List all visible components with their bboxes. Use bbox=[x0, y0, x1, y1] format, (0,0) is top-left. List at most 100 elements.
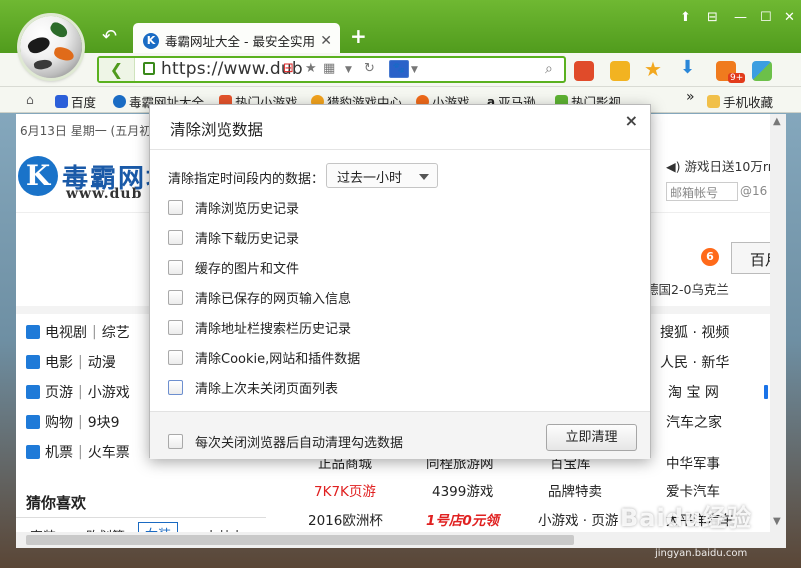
baidu-jingyan-watermark: Baidu经验 bbox=[620, 504, 752, 532]
site-link[interactable]: 2016欧洲杯 bbox=[308, 509, 383, 529]
site-link[interactable]: 4399游戏 bbox=[432, 480, 493, 500]
checkbox[interactable] bbox=[168, 379, 183, 395]
apps-grid-icon[interactable] bbox=[752, 61, 772, 81]
search-icon[interactable]: ⌕ bbox=[545, 61, 553, 77]
scroll-up-icon[interactable]: ▲ bbox=[773, 116, 781, 127]
home-icon[interactable]: ⌂ bbox=[26, 92, 34, 107]
bookmark-baidu[interactable]: 百度 bbox=[55, 92, 96, 111]
plane-icon bbox=[26, 445, 40, 459]
site-link[interactable]: 汽车之家 bbox=[666, 412, 722, 432]
tv-icon bbox=[26, 325, 40, 339]
undo-close-tab-icon[interactable]: ↶ bbox=[102, 26, 117, 47]
site-url: www.dub bbox=[66, 186, 143, 202]
horizontal-scroll-thumb[interactable] bbox=[26, 535, 574, 545]
qrcode-icon[interactable]: ▦ bbox=[323, 61, 335, 76]
bookmarks-overflow-icon[interactable]: » bbox=[686, 89, 695, 105]
checkbox[interactable] bbox=[168, 289, 183, 305]
clear-browsing-data-dialog: 清除浏览数据 × 清除指定时间段内的数据： 过去一小时 清除浏览历史记录 清除下… bbox=[149, 104, 651, 459]
horizontal-scrollbar[interactable] bbox=[16, 532, 786, 548]
tab-close-icon[interactable]: ✕ bbox=[320, 33, 332, 49]
option-form-data[interactable]: 清除已保存的网页输入信息 bbox=[168, 288, 351, 307]
checkbox[interactable] bbox=[168, 199, 183, 215]
star-icon[interactable]: ★ bbox=[305, 61, 317, 76]
menu-icon[interactable]: ⊟ bbox=[707, 10, 718, 25]
game-promo-text[interactable]: ◀) 游戏日送10万rr bbox=[666, 156, 773, 175]
site-link[interactable]: 1号店0元领 bbox=[426, 509, 499, 529]
browser-window: ↶ K 毒霸网址大全 - 最安全实用... ✕ + ⬆ ⊟ — ☐ ✕ ❮ ht… bbox=[0, 0, 801, 568]
movie-icon bbox=[26, 355, 40, 369]
game-badge: 9+ bbox=[728, 73, 746, 83]
blocked-icon[interactable]: ⊟ bbox=[283, 61, 294, 76]
site-link[interactable]: 中华军事 bbox=[666, 452, 720, 472]
dropdown-chevron-icon[interactable]: ▼ bbox=[345, 65, 352, 75]
notification-badge: 6 bbox=[701, 248, 719, 266]
engine-chevron-icon[interactable]: ▼ bbox=[411, 65, 418, 75]
cart-icon bbox=[26, 415, 40, 429]
duba-k-icon bbox=[113, 95, 126, 108]
site-link[interactable]: 人民 · 新华 bbox=[660, 352, 729, 372]
title-bar: ↶ K 毒霸网址大全 - 最安全实用... ✕ + ⬆ ⊟ — ☐ ✕ bbox=[0, 0, 801, 56]
category-shopping[interactable]: 购物 | 9块9 bbox=[26, 412, 120, 432]
search-engine-icon[interactable]: 🐾 bbox=[389, 60, 409, 78]
restore-icon[interactable]: ⬆ bbox=[680, 10, 691, 25]
favorite-star-icon[interactable]: ★ bbox=[644, 57, 662, 81]
site-link[interactable]: 品牌特卖 bbox=[548, 480, 602, 500]
clear-now-button[interactable]: 立即清理 bbox=[546, 424, 637, 451]
date-line: 6月13日 星期一 (五月初 bbox=[20, 124, 152, 138]
chevron-down-icon bbox=[419, 174, 429, 180]
checkbox[interactable] bbox=[168, 349, 183, 365]
option-cookies[interactable]: 清除Cookie,网站和插件数据 bbox=[168, 348, 360, 367]
lock-icon bbox=[143, 62, 155, 75]
time-range-label: 清除指定时间段内的数据： bbox=[168, 172, 325, 187]
option-address-bar-history[interactable]: 清除地址栏搜索栏历史记录 bbox=[168, 318, 351, 337]
site-link[interactable]: 小游戏 · 页游 bbox=[538, 509, 618, 529]
baidu-paw-icon bbox=[55, 95, 68, 108]
category-webgame[interactable]: 页游 | 小游戏 bbox=[26, 382, 130, 402]
dialog-header: 清除浏览数据 × bbox=[150, 105, 650, 150]
shield-icon[interactable] bbox=[574, 61, 594, 81]
dialog-close-icon[interactable]: × bbox=[625, 111, 638, 130]
category-tv[interactable]: 电视剧 | 综艺 bbox=[26, 322, 130, 342]
option-browsing-history[interactable]: 清除浏览历史记录 bbox=[168, 198, 299, 217]
checkbox[interactable] bbox=[168, 434, 183, 449]
hot-search-word[interactable]: 德国2-0乌克兰 bbox=[646, 279, 729, 298]
maximize-button[interactable]: ☐ bbox=[760, 10, 772, 25]
address-bar[interactable]: ❮ https://www.dub ⊟ ★ ▦ ▼ ↻ 🐾 ▼ ⌕ bbox=[97, 56, 566, 83]
site-link[interactable]: 7K7K页游 bbox=[314, 480, 376, 500]
scroll-down-icon[interactable]: ▼ bbox=[773, 516, 781, 527]
lock-toolbar-icon[interactable] bbox=[610, 61, 630, 81]
download-icon[interactable]: ⬇ bbox=[680, 57, 695, 78]
site-link[interactable]: 爱卡汽车 bbox=[666, 480, 720, 500]
time-range-select[interactable]: 过去一小时 bbox=[326, 163, 438, 188]
site-link[interactable]: 搜狐 · 视频 bbox=[660, 322, 729, 342]
tab-duba[interactable]: K 毒霸网址大全 - 最安全实用... ✕ bbox=[133, 23, 340, 53]
dialog-title: 清除浏览数据 bbox=[170, 121, 264, 139]
site-link[interactable]: 淘 宝 网 bbox=[668, 382, 719, 402]
category-movie[interactable]: 电影 | 动漫 bbox=[26, 352, 116, 372]
address-input[interactable]: https://www.dub bbox=[161, 59, 303, 79]
checkbox[interactable] bbox=[168, 319, 183, 335]
category-travel[interactable]: 机票 | 火车票 bbox=[26, 442, 130, 462]
folder-icon bbox=[707, 95, 720, 108]
option-auto-clear-on-exit[interactable]: 每次关闭浏览器后自动清理勾选数据 bbox=[168, 432, 403, 451]
option-download-history[interactable]: 清除下载历史记录 bbox=[168, 228, 299, 247]
option-cached-images[interactable]: 缓存的图片和文件 bbox=[168, 258, 299, 277]
tab-title: 毒霸网址大全 - 最安全实用... bbox=[165, 34, 315, 49]
mail-suffix: @16 bbox=[740, 184, 768, 198]
close-window-button[interactable]: ✕ bbox=[784, 10, 795, 25]
checkbox[interactable] bbox=[168, 259, 183, 275]
guess-you-like-title: 猜你喜欢 bbox=[26, 494, 87, 512]
duba-k-icon: K bbox=[143, 32, 159, 49]
vertical-scrollbar[interactable]: ▲ ▼ bbox=[770, 114, 786, 533]
mail-account-input[interactable]: 邮箱帐号 bbox=[666, 182, 738, 201]
navigation-bar: ❮ https://www.dub ⊟ ★ ▦ ▼ ↻ 🐾 ▼ ⌕ ★ ⬇ 9+ bbox=[0, 53, 801, 87]
browser-logo-icon[interactable] bbox=[20, 16, 82, 78]
new-tab-button[interactable]: + bbox=[350, 24, 367, 48]
checkbox[interactable] bbox=[168, 229, 183, 245]
option-unclosed-pages[interactable]: 清除上次未关闭页面列表 bbox=[168, 378, 338, 397]
dialog-footer: 每次关闭浏览器后自动清理勾选数据 立即清理 bbox=[150, 411, 650, 459]
back-button[interactable]: ❮ bbox=[99, 58, 135, 81]
bookmark-mobile-favorites[interactable]: 手机收藏 bbox=[707, 92, 773, 111]
refresh-icon[interactable]: ↻ bbox=[364, 61, 375, 76]
minimize-button[interactable]: — bbox=[734, 10, 747, 25]
